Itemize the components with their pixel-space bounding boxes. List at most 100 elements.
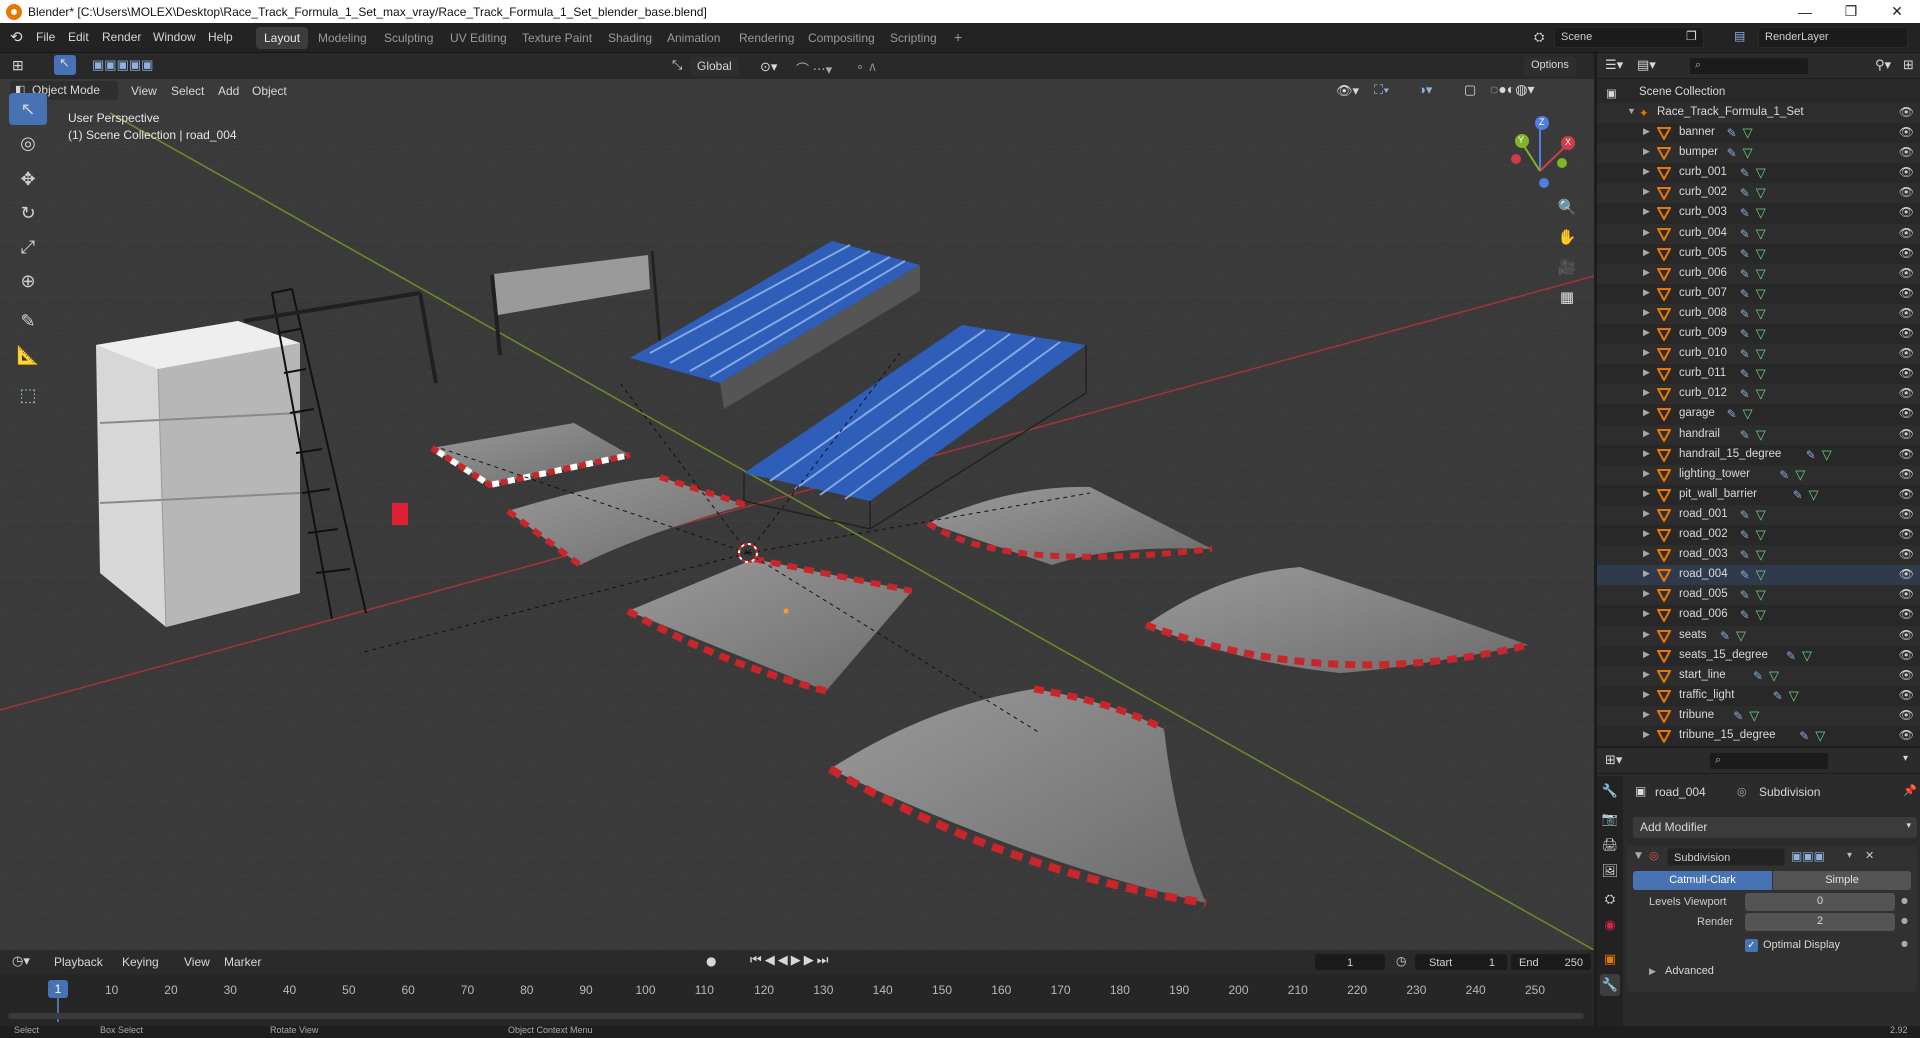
- mesh-data-icon[interactable]: ▽: [1756, 286, 1766, 302]
- mesh-data-icon[interactable]: ▽: [1756, 226, 1766, 242]
- timeline-scrollbar[interactable]: [8, 1013, 1584, 1019]
- outliner-item-tribune-15-degree[interactable]: ▶ tribune_15_degree ✎ ▽ 👁: [1597, 726, 1920, 746]
- tab-layout[interactable]: Layout: [256, 27, 309, 49]
- visibility-eye-icon[interactable]: 👁: [1899, 286, 1914, 300]
- optimal-display-checkbox[interactable]: ✓: [1745, 939, 1758, 952]
- modifier-wrench-icon[interactable]: ✎: [1733, 709, 1743, 723]
- timeline-menu-marker[interactable]: Marker: [224, 955, 261, 969]
- zoom-icon[interactable]: 🔍: [1554, 194, 1580, 220]
- outliner-item-road-006[interactable]: ▶ road_006 ✎ ▽ 👁: [1597, 605, 1920, 625]
- modifier-wrench-icon[interactable]: ✎: [1799, 729, 1809, 743]
- add-cube-tool-icon[interactable]: ⬚: [9, 379, 47, 411]
- modifier-wrench-icon[interactable]: ✎: [1727, 146, 1737, 160]
- outliner-item-road-005[interactable]: ▶ road_005 ✎ ▽ 👁: [1597, 585, 1920, 606]
- outliner-item-curb-008[interactable]: ▶ curb_008 ✎ ▽ 👁: [1597, 303, 1920, 324]
- visibility-eye-icon[interactable]: 👁: [1899, 386, 1914, 400]
- mesh-data-icon[interactable]: ▽: [1756, 567, 1766, 583]
- modifier-wrench-icon[interactable]: ✎: [1753, 669, 1763, 683]
- modifier-wrench-icon[interactable]: ✎: [1740, 367, 1750, 381]
- expand-arrow-icon[interactable]: ▶: [1643, 729, 1650, 740]
- modifier-wrench-icon[interactable]: ✎: [1740, 287, 1750, 301]
- modifier-wrench-icon[interactable]: ✎: [1806, 448, 1816, 462]
- editor-type-icon[interactable]: ⊞: [12, 57, 24, 74]
- view-layer-tab-icon[interactable]: 🖼: [1600, 860, 1620, 882]
- expand-arrow-icon[interactable]: ▶: [1643, 126, 1650, 137]
- mesh-data-icon[interactable]: ▽: [1756, 205, 1766, 221]
- visibility-eye-icon[interactable]: 👁: [1899, 165, 1914, 179]
- transform-tool-icon[interactable]: ⊕: [9, 265, 47, 297]
- expand-arrow-icon[interactable]: ▶: [1643, 629, 1650, 640]
- expand-arrow-icon[interactable]: ▶: [1643, 689, 1650, 700]
- expand-arrow-icon[interactable]: ▶: [1643, 327, 1650, 338]
- minimize-button[interactable]: —: [1782, 0, 1828, 23]
- output-tab-icon[interactable]: 🖨: [1600, 834, 1620, 856]
- render-tab-icon[interactable]: 📷: [1600, 808, 1620, 830]
- catmull-clark-button[interactable]: Catmull-Clark: [1633, 871, 1772, 890]
- outliner-root-row[interactable]: ▣ Scene Collection: [1597, 83, 1920, 103]
- overlay-toggle-icon[interactable]: ◑▾: [1418, 82, 1432, 98]
- filter-icon[interactable]: ⚲▾: [1875, 58, 1891, 73]
- move-tool-icon[interactable]: ✥: [9, 163, 47, 195]
- scale-tool-icon[interactable]: ⤢: [9, 231, 47, 263]
- rotate-tool-icon[interactable]: ↻: [9, 197, 47, 229]
- visibility-eye-icon[interactable]: 👁: [1899, 688, 1914, 702]
- expand-arrow-icon[interactable]: ▶: [1643, 347, 1650, 358]
- tab-animation[interactable]: Animation: [659, 27, 728, 49]
- mesh-data-icon[interactable]: ▽: [1756, 366, 1766, 382]
- visibility-eye-icon[interactable]: 👁: [1899, 427, 1914, 441]
- modifier-wrench-icon[interactable]: ✎: [1740, 387, 1750, 401]
- outliner-item-seats-15-degree[interactable]: ▶ seats_15_degree ✎ ▽ 👁: [1597, 646, 1920, 666]
- select-tool-icon[interactable]: ↖: [54, 55, 76, 75]
- modifier-wrench-icon[interactable]: ✎: [1727, 126, 1737, 140]
- outliner-item-curb-005[interactable]: ▶ curb_005 ✎ ▽ 👁: [1597, 244, 1920, 264]
- pan-hand-icon[interactable]: ✋: [1554, 224, 1580, 250]
- outliner-item-curb-012[interactable]: ▶ curb_012 ✎ ▽ 👁: [1597, 384, 1920, 405]
- timeline-menu-playback[interactable]: Playback: [54, 955, 103, 969]
- mesh-data-icon[interactable]: ▽: [1815, 728, 1825, 744]
- cursor-tool-icon[interactable]: ◎: [9, 127, 47, 159]
- properties-search-input[interactable]: [1709, 752, 1829, 770]
- outliner-collection-row[interactable]: ▼ ✦ Race_Track_Formula_1_Set 👁: [1597, 103, 1920, 123]
- tab-rendering[interactable]: Rendering: [731, 27, 802, 49]
- visibility-eye-icon[interactable]: 👁: [1899, 346, 1914, 360]
- modifier-wrench-icon[interactable]: ✎: [1740, 267, 1750, 281]
- 3d-viewport[interactable]: Z X Y ⊞ ↖ ▣▣▣▣▣ ⤡ Global ⊙▾ ⌒ ⋯▾ ∘ ∧ Opt…: [0, 53, 1594, 950]
- mesh-data-icon[interactable]: ▽: [1802, 648, 1812, 664]
- select-box-tool-icon[interactable]: ↖: [9, 93, 47, 125]
- viewport-menu-select[interactable]: Select: [171, 84, 204, 98]
- outliner-editor-icon[interactable]: ☰▾: [1605, 58, 1623, 73]
- advanced-expand-icon[interactable]: ▶: [1649, 967, 1656, 977]
- ortho-toggle-icon[interactable]: ▦: [1554, 284, 1580, 310]
- annotate-tool-icon[interactable]: ✎: [9, 305, 47, 337]
- visibility-icon[interactable]: 👁▾: [1336, 83, 1359, 99]
- tab-shading[interactable]: Shading: [600, 27, 660, 49]
- visibility-eye-icon[interactable]: 👁: [1899, 587, 1914, 601]
- modifier-wrench-icon[interactable]: ✎: [1786, 649, 1796, 663]
- playback-controls-icons[interactable]: ⏮◀◀▶▶⏭: [750, 953, 831, 968]
- mesh-data-icon[interactable]: ▽: [1756, 607, 1766, 623]
- pin-icon[interactable]: 📌: [1903, 784, 1917, 797]
- mesh-data-icon[interactable]: ▽: [1743, 406, 1753, 422]
- visibility-eye-icon[interactable]: 👁: [1899, 246, 1914, 260]
- visibility-eye-icon[interactable]: 👁: [1899, 266, 1914, 280]
- modifier-wrench-icon[interactable]: ✎: [1740, 307, 1750, 321]
- mesh-data-icon[interactable]: ▽: [1756, 386, 1766, 402]
- mesh-data-icon[interactable]: ▽: [1769, 668, 1779, 684]
- expand-arrow-icon[interactable]: ▶: [1643, 206, 1650, 217]
- visibility-eye-icon[interactable]: 👁: [1899, 125, 1914, 139]
- options-dropdown[interactable]: Options: [1524, 57, 1576, 76]
- visibility-eye-icon[interactable]: 👁: [1899, 467, 1914, 481]
- camera-view-icon[interactable]: 🎥: [1554, 254, 1580, 280]
- select-mode-icons[interactable]: ▣▣▣▣▣: [92, 57, 153, 73]
- menu-edit[interactable]: Edit: [68, 30, 89, 44]
- viewport-menu-object[interactable]: Object: [252, 84, 287, 98]
- display-mode-icon[interactable]: ▤▾: [1637, 58, 1656, 73]
- mesh-data-icon[interactable]: ▽: [1809, 487, 1819, 503]
- mesh-data-icon[interactable]: ▽: [1756, 427, 1766, 443]
- xray-icon[interactable]: ▢: [1464, 82, 1476, 98]
- world-tab-icon[interactable]: ◉: [1600, 914, 1620, 936]
- expand-arrow-icon[interactable]: ▶: [1643, 669, 1650, 680]
- end-frame-field[interactable]: End 250: [1510, 953, 1592, 971]
- keyframe-dot-icon[interactable]: ●: [1901, 939, 1908, 948]
- expand-arrow-icon[interactable]: ▶: [1643, 267, 1650, 278]
